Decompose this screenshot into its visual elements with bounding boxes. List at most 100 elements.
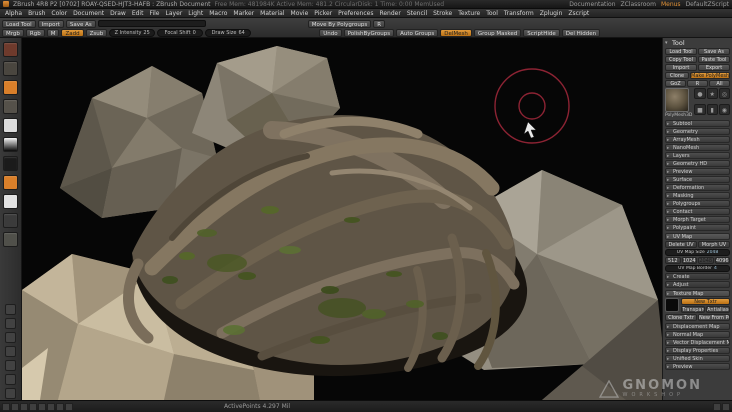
secondary-color-swatch[interactable] [3,175,18,190]
document-canvas[interactable] [22,38,662,400]
titlebar-link-menus[interactable]: Menus [661,1,681,8]
material-icon[interactable] [3,118,18,133]
texture-toggle-antialiased[interactable]: Antialiased [706,306,730,313]
tool-paste-tool-button[interactable]: Paste Tool [698,56,730,63]
texture-map-thumbnail[interactable] [665,298,679,312]
menu-item-light[interactable]: Light [188,10,203,17]
texture-mini-icon[interactable] [29,402,37,411]
uv-button-delete-uv[interactable]: Delete UV [665,241,697,248]
shelf-button-delmesh[interactable]: DelMesh [440,28,472,37]
clone-button[interactable]: Clone [665,72,689,79]
tool-section-unified-skin[interactable]: Unified Skin [665,355,730,362]
tool-section-preview[interactable]: Preview [665,363,730,370]
menu-item-render[interactable]: Render [379,10,400,17]
tool-export-button[interactable]: Export [698,64,730,71]
uv-map-size-slider[interactable]: UV Map Size 2048 [665,249,730,256]
uv-size-preset-2048[interactable]: 2048 [698,257,714,264]
frame-icon[interactable] [5,387,16,399]
zoom-doc-icon[interactable] [5,317,16,329]
uv-size-preset-1024[interactable]: 1024 [681,257,697,264]
shelf-button-move-by-polygroups[interactable]: Move By Polygroups [307,19,372,28]
uv-button-morph-uv[interactable]: Morph UV [698,241,730,248]
uv-size-preset-512[interactable]: 512 [665,257,681,264]
picker-icon[interactable] [3,232,18,247]
cylinder3d-icon[interactable]: ▮ [706,103,718,115]
texture-map-section[interactable]: Texture Map [665,290,730,297]
tool-section-masking[interactable]: Masking [665,192,730,199]
menu-item-layer[interactable]: Layer [166,10,183,17]
tool-section-displacement-map[interactable]: Displacement Map [665,323,730,330]
color-mini-icon[interactable] [56,402,64,411]
menu-item-draw[interactable]: Draw [110,10,126,17]
zoom-in-icon[interactable] [722,402,730,411]
menu-item-transform[interactable]: Transform [504,10,534,17]
tool-palette-title[interactable]: Tool [665,39,730,48]
menu-item-macro[interactable]: Macro [209,10,227,17]
titlebar-link-documentation[interactable]: Documentation [569,1,615,8]
tool-section-adjust[interactable]: Adjust [665,281,730,288]
zsphere-icon[interactable]: ◉ [718,103,730,115]
shelf-button-group-masked[interactable]: Group Masked [473,28,522,37]
tool-section-layers[interactable]: Layers [665,152,730,159]
swatch-gray-icon[interactable] [3,213,18,228]
brush-icon[interactable] [3,42,18,57]
texture-button-new-from-polypaint[interactable]: New From Polypaint [698,314,730,321]
stroke-icon[interactable] [3,61,18,76]
menu-item-zplugin[interactable]: Zplugin [540,10,563,17]
main-color-swatch[interactable] [3,156,18,171]
tool-save-as-button[interactable]: Save As [698,48,730,55]
texture-toggle-transparent[interactable]: Transparent [681,306,705,313]
shelf-button-import[interactable]: Import [37,19,64,28]
tool-section-deformation[interactable]: Deformation [665,184,730,191]
persp-icon[interactable] [5,373,16,385]
material-mini-icon[interactable] [38,402,46,411]
menu-item-alpha[interactable]: Alpha [5,10,22,17]
alpha-icon[interactable] [3,80,18,95]
tool-section-display-properties[interactable]: Display Properties [665,347,730,354]
titlebar-link-zclassroom[interactable]: ZClassroom [621,1,656,8]
menu-item-zscript[interactable]: Zscript [568,10,589,17]
star3d-icon[interactable]: ★ [706,88,718,99]
menu-item-texture[interactable]: Texture [458,10,480,17]
uv-size-preset-4096[interactable]: 4096 [714,257,730,264]
layer-mini-icon[interactable] [65,402,73,411]
tool-button-goz[interactable]: GoZ [665,80,686,87]
shelf-button-undo[interactable]: Undo [319,28,342,37]
tool-button-r[interactable]: R [687,80,708,87]
brush-mini-icon[interactable] [11,402,19,411]
menu-item-document[interactable]: Document [73,10,104,17]
menu-item-stencil[interactable]: Stencil [407,10,427,17]
shelf-button-auto-groups[interactable]: Auto Groups [396,28,439,37]
tool-section-morph-target[interactable]: Morph Target [665,216,730,223]
menu-item-tool[interactable]: Tool [486,10,498,17]
tool-section-vector-displacement-map[interactable]: Vector Displacement Map [665,339,730,346]
tool-section-subtool[interactable]: Subtool [665,120,730,127]
tool-section-contact[interactable]: Contact [665,208,730,215]
shelf-button-polishbygroups[interactable]: PolishByGroups [343,28,395,37]
menu-item-brush[interactable]: Brush [28,10,45,17]
zoom-out-icon[interactable] [713,402,721,411]
tool-section-normal-map[interactable]: Normal Map [665,331,730,338]
tool-section-geometry[interactable]: Geometry [665,128,730,135]
texture-icon[interactable] [3,99,18,114]
tool-section-arraymesh[interactable]: ArrayMesh [665,136,730,143]
menu-item-color[interactable]: Color [51,10,67,17]
tool-section-surface[interactable]: Surface [665,176,730,183]
undo-history-strip[interactable] [97,20,206,27]
alpha-mini-icon[interactable] [20,402,28,411]
menu-item-picker[interactable]: Picker [314,10,332,17]
tool-load-tool-button[interactable]: Load Tool [665,48,697,55]
shelf-button-scripthide[interactable]: ScriptHide [523,28,560,37]
uv-map-section[interactable]: UV Map [665,233,730,240]
paint-mode-mrgb[interactable]: Mrgb [2,28,24,37]
ring3d-icon[interactable]: ◎ [718,88,730,99]
tool-section-geometry-hd[interactable]: Geometry HD [665,160,730,167]
menu-item-edit[interactable]: Edit [132,10,144,17]
menu-item-stroke[interactable]: Stroke [433,10,452,17]
tool-section-nanomesh[interactable]: NanoMesh [665,144,730,151]
tool-section-preview[interactable]: Preview [665,168,730,175]
shelf-button-load-tool[interactable]: Load Tool [2,19,36,28]
shelf-button-r[interactable]: R [373,19,386,28]
sphere3d-icon[interactable]: ● [694,88,706,99]
menu-item-movie[interactable]: Movie [291,10,309,17]
